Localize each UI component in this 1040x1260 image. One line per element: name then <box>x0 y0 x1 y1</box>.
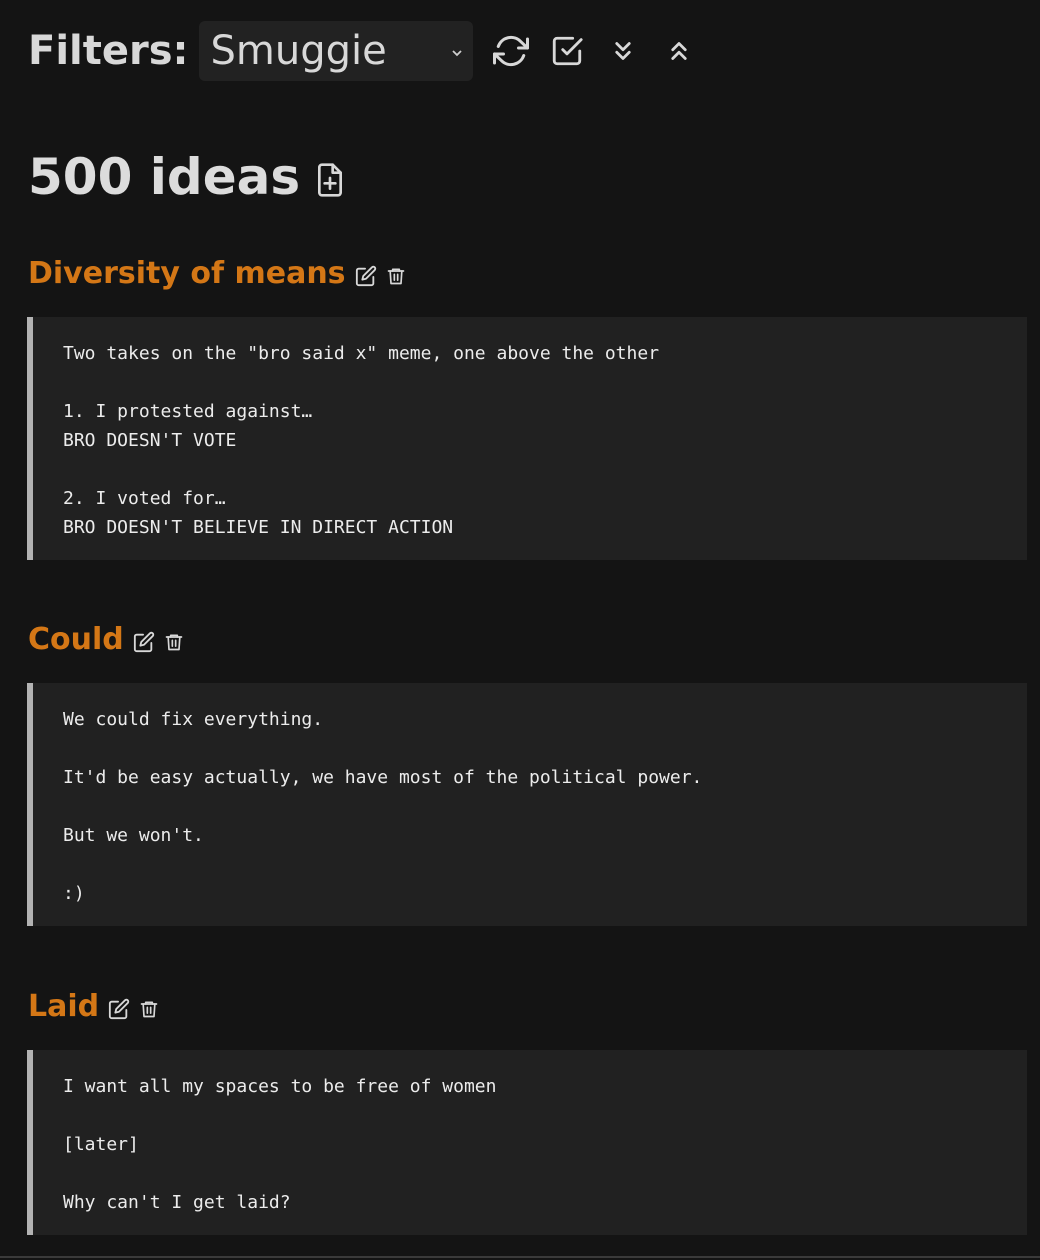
edit-idea-button[interactable] <box>107 997 131 1021</box>
edit-icon <box>109 998 130 1019</box>
file-plus-icon <box>318 163 343 197</box>
refresh-icon <box>492 35 529 67</box>
idea-text: Two takes on the "bro said x" meme, one … <box>63 343 660 538</box>
trash-icon <box>165 634 183 650</box>
trash-icon <box>140 1001 158 1017</box>
filter-select-value: Smuggie <box>210 28 387 74</box>
idea-body: We could fix everything. It'd be easy ac… <box>27 683 1027 926</box>
idea-body: Two takes on the "bro said x" meme, one … <box>27 317 1027 560</box>
idea-header: Diversity of means <box>28 256 414 291</box>
edit-idea-button[interactable] <box>354 264 378 288</box>
idea-title: Laid <box>28 989 100 1024</box>
filters-toolbar: Filters: Smuggie <box>28 20 697 82</box>
filters-label: Filters: <box>28 28 189 74</box>
expand-all-button[interactable] <box>605 31 641 71</box>
delete-idea-button[interactable] <box>137 997 161 1021</box>
add-idea-button[interactable] <box>314 162 346 202</box>
collapse-all-button[interactable] <box>661 31 697 71</box>
chevrons-up-icon <box>670 42 687 60</box>
edit-idea-button[interactable] <box>132 630 156 654</box>
idea-title: Diversity of means <box>28 256 346 291</box>
filter-select[interactable]: Smuggie <box>198 21 473 81</box>
ideas-count-title: 500 ideas <box>28 148 301 206</box>
delete-idea-button[interactable] <box>384 264 408 288</box>
idea-text: I want all my spaces to be free of women… <box>63 1076 497 1213</box>
edit-icon <box>133 631 154 652</box>
select-all-button[interactable] <box>549 31 585 71</box>
idea-title: Could <box>28 622 124 657</box>
ideas-count-header: 500 ideas <box>28 148 346 206</box>
check-square-icon <box>552 36 583 66</box>
chevron-down-icon <box>451 43 463 62</box>
delete-idea-button[interactable] <box>162 630 186 654</box>
idea-text: We could fix everything. It'd be easy ac… <box>63 709 703 904</box>
idea-header: Laid <box>28 989 167 1024</box>
refresh-button[interactable] <box>492 31 529 71</box>
edit-icon <box>355 265 376 286</box>
trash-icon <box>387 268 404 284</box>
chevrons-down-icon <box>614 42 631 60</box>
idea-body: I want all my spaces to be free of women… <box>27 1050 1027 1235</box>
divider <box>0 1256 1040 1258</box>
idea-header: Could <box>28 622 192 657</box>
